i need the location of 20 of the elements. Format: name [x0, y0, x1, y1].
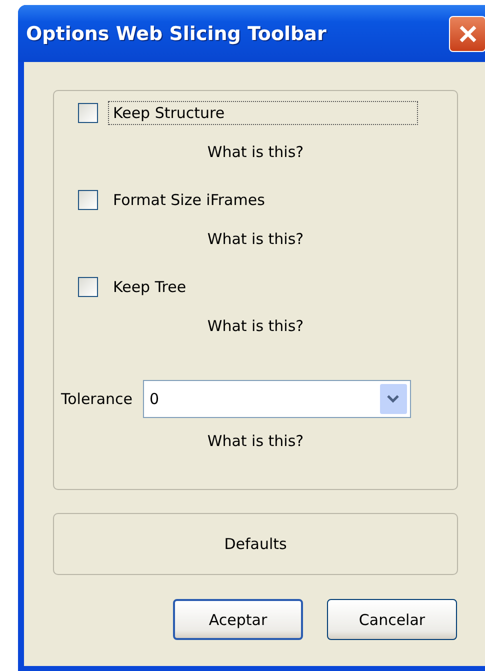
checkbox[interactable] [78, 103, 98, 123]
checkbox-label[interactable]: Keep Structure [108, 101, 418, 125]
checkbox[interactable] [78, 277, 98, 297]
checkbox[interactable] [78, 190, 98, 210]
tolerance-label: Tolerance [61, 390, 133, 408]
checkbox-label[interactable]: Format Size iFrames [108, 188, 270, 212]
help-link[interactable]: What is this? [207, 230, 304, 248]
close-icon [458, 24, 478, 44]
close-button[interactable] [449, 16, 485, 52]
dropdown-button[interactable] [380, 384, 407, 414]
checkbox-label[interactable]: Keep Tree [108, 275, 192, 299]
help-link[interactable]: What is this? [207, 143, 304, 161]
defaults-button[interactable]: Defaults [53, 513, 458, 575]
chevron-down-icon [387, 395, 400, 403]
dialog-button[interactable]: Aceptar [173, 599, 303, 640]
help-link[interactable]: What is this? [207, 432, 304, 450]
window-title: Options Web Slicing Toolbar [26, 22, 326, 44]
tolerance-dropdown[interactable]: 0 [142, 380, 411, 418]
help-link[interactable]: What is this? [207, 317, 304, 335]
dialog-button[interactable]: Cancelar [327, 599, 457, 640]
